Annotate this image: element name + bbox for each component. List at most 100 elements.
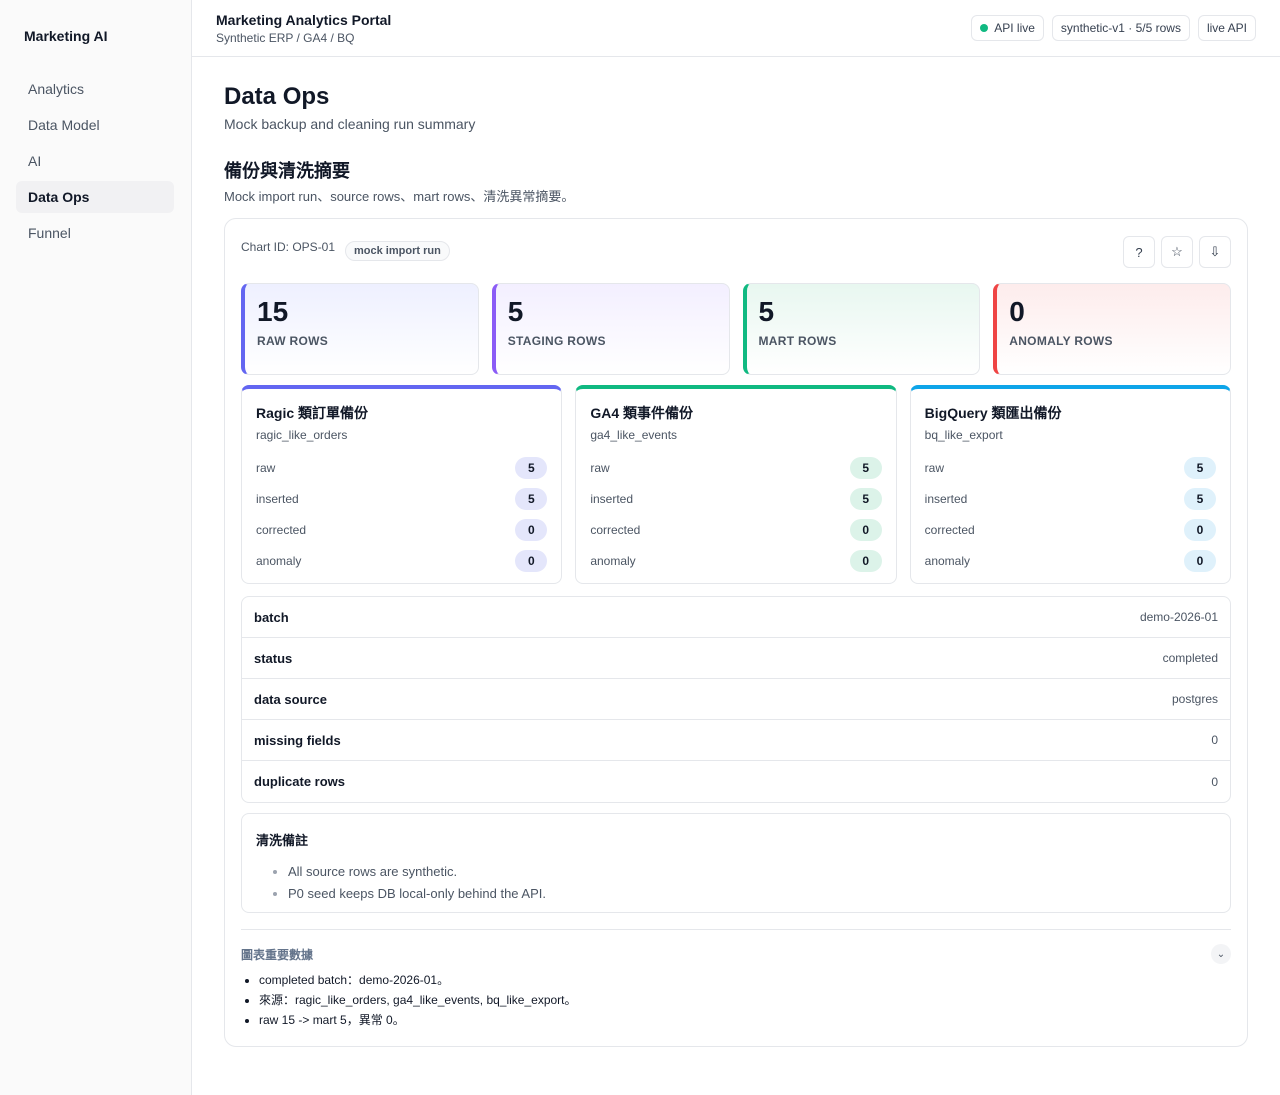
kpi-row: 15 RAW ROWS 5 STAGING ROWS 5 MART ROWS 0… (241, 283, 1231, 375)
detail-row-data-source: data source postgres (242, 679, 1230, 720)
source-row-raw: raw 5 (925, 452, 1216, 483)
source-row-anomaly: anomaly 0 (590, 545, 882, 576)
detail-value: 0 (1211, 733, 1218, 747)
sidebar-item-funnel[interactable]: Funnel (16, 217, 174, 249)
count-badge: 5 (849, 456, 882, 479)
count-badge: 5 (1183, 487, 1216, 510)
sidebar-item-ai[interactable]: AI (16, 145, 174, 177)
detail-key: status (254, 650, 293, 666)
mode-label: live API (1206, 21, 1247, 35)
dataset-pill: synthetic-v1 · 5/5 rows (1051, 15, 1190, 41)
divider (241, 929, 1231, 930)
count-badge: 5 (1183, 456, 1216, 479)
row-label: anomaly (256, 553, 302, 568)
kpi-value: 0 (1009, 296, 1025, 327)
sidebar-item-data-ops[interactable]: Data Ops (16, 181, 174, 213)
section-title: 備份與清洗摘要 (224, 161, 350, 181)
count-badge: 0 (849, 549, 882, 572)
kpi-label: MART ROWS (758, 334, 837, 348)
mode-pill: live API (1197, 15, 1256, 41)
detail-value: demo-2026-01 (1139, 610, 1218, 624)
detail-value: completed (1162, 651, 1218, 665)
portal-subtitle: Synthetic ERP / GA4 / BQ (216, 31, 355, 45)
source-row-corrected: corrected 0 (256, 514, 548, 545)
status-dot-icon (980, 24, 989, 32)
chevron-down-icon: ⌄ (1216, 948, 1226, 960)
run-tag: mock import run (345, 241, 450, 261)
kpi-value: 5 (758, 296, 775, 327)
card-actions: ? ☆ ⇩ (1123, 236, 1231, 268)
source-card-bigquery: BigQuery 類匯出備份 bq_like_export raw 5 inser… (909, 385, 1231, 584)
page-subtitle: Mock backup and cleaning run summary (224, 116, 476, 132)
source-title: GA4 類事件備份 (590, 405, 694, 421)
api-status-pill: API live (971, 15, 1044, 41)
count-badge: 0 (1183, 549, 1216, 572)
sidebar-item-data-model[interactable]: Data Model (16, 109, 174, 141)
row-label: corrected (256, 522, 307, 537)
sidebar: Marketing AI Analytics Data Model AI Dat… (0, 0, 192, 1095)
star-icon: ☆ (1171, 244, 1183, 259)
row-label: anomaly (590, 553, 636, 568)
detail-key: duplicate rows (254, 774, 346, 789)
sidebar-item-analytics[interactable]: Analytics (16, 73, 174, 105)
count-badge: 5 (849, 487, 882, 510)
detail-key: batch (254, 609, 289, 625)
row-label: raw (924, 460, 944, 475)
list-item: P0 seed keeps DB local-only behind the A… (288, 883, 1216, 905)
source-row-inserted: inserted 5 (590, 483, 882, 514)
count-badge: 0 (849, 518, 882, 541)
count-badge: 5 (515, 487, 548, 510)
count-badge: 0 (515, 518, 548, 541)
kpi-value: 5 (507, 296, 524, 327)
source-card-ga4: GA4 類事件備份 ga4_like_events raw 5 inserted 5… (575, 385, 897, 584)
question-icon: ? (1135, 244, 1143, 260)
download-icon: ⇩ (1209, 244, 1221, 259)
count-badge: 0 (515, 549, 548, 572)
source-key: ragic_like_orders (256, 428, 348, 442)
kpi-raw-rows: 15 RAW ROWS (241, 283, 479, 375)
source-title: Ragic 類訂單備份 (256, 405, 369, 421)
row-label: corrected (590, 522, 641, 537)
detail-row-duplicate-rows: duplicate rows 0 (242, 761, 1230, 802)
api-status-label: API live (994, 21, 1035, 35)
favorite-button[interactable]: ☆ (1161, 236, 1193, 268)
help-button[interactable]: ? (1123, 236, 1155, 268)
row-label: inserted (590, 491, 634, 506)
detail-row-batch: batch demo-2026-01 (242, 597, 1230, 638)
list-item: All source rows are synthetic. (288, 861, 1216, 883)
row-label: raw (256, 460, 276, 475)
page-title: Data Ops (224, 83, 330, 110)
row-label: inserted (924, 491, 968, 506)
notes-list: All source rows are synthetic. P0 seed k… (256, 861, 1216, 905)
list-item: completed batch：demo-2026-01。 (259, 970, 577, 990)
source-backups: Ragic 類訂單備份 ragic_like_orders raw 5 inser… (241, 385, 1231, 584)
cleaning-notes: 清洗備註 All source rows are synthetic. P0 s… (241, 813, 1231, 913)
source-row-raw: raw 5 (256, 452, 548, 483)
count-badge: 0 (1183, 518, 1216, 541)
key-data-toggle[interactable]: ⌄ (1211, 944, 1231, 964)
source-card-ragic: Ragic 類訂單備份 ragic_like_orders raw 5 inser… (241, 385, 563, 584)
source-key: ga4_like_events (590, 428, 678, 442)
kpi-label: RAW ROWS (257, 334, 329, 348)
detail-value: 0 (1211, 774, 1218, 789)
kpi-label: ANOMALY ROWS (1009, 334, 1113, 348)
source-row-inserted: inserted 5 (925, 483, 1216, 514)
source-row-corrected: corrected 0 (590, 514, 882, 545)
kpi-value: 15 (257, 296, 289, 327)
row-label: anomaly (924, 553, 971, 568)
notes-title: 清洗備註 (256, 833, 309, 848)
detail-row-status: status completed (242, 638, 1230, 679)
sidebar-nav: Analytics Data Model AI Data Ops Funnel (16, 73, 174, 253)
download-button[interactable]: ⇩ (1199, 236, 1231, 268)
source-row-raw: raw 5 (590, 452, 882, 483)
chart-id: Chart ID: OPS-01 (241, 240, 336, 254)
detail-key: missing fields (254, 732, 341, 748)
kpi-label: STAGING ROWS (507, 334, 606, 348)
portal-title: Marketing Analytics Portal (216, 12, 392, 28)
source-row-anomaly: anomaly 0 (256, 545, 548, 576)
list-item: raw 15 -> mart 5，異常 0。 (259, 1010, 577, 1030)
kpi-mart-rows: 5 MART ROWS (742, 283, 981, 375)
source-key: bq_like_export (924, 428, 1003, 442)
key-data-title[interactable]: 圖表重要數據 (241, 946, 313, 963)
row-label: raw (590, 460, 610, 475)
